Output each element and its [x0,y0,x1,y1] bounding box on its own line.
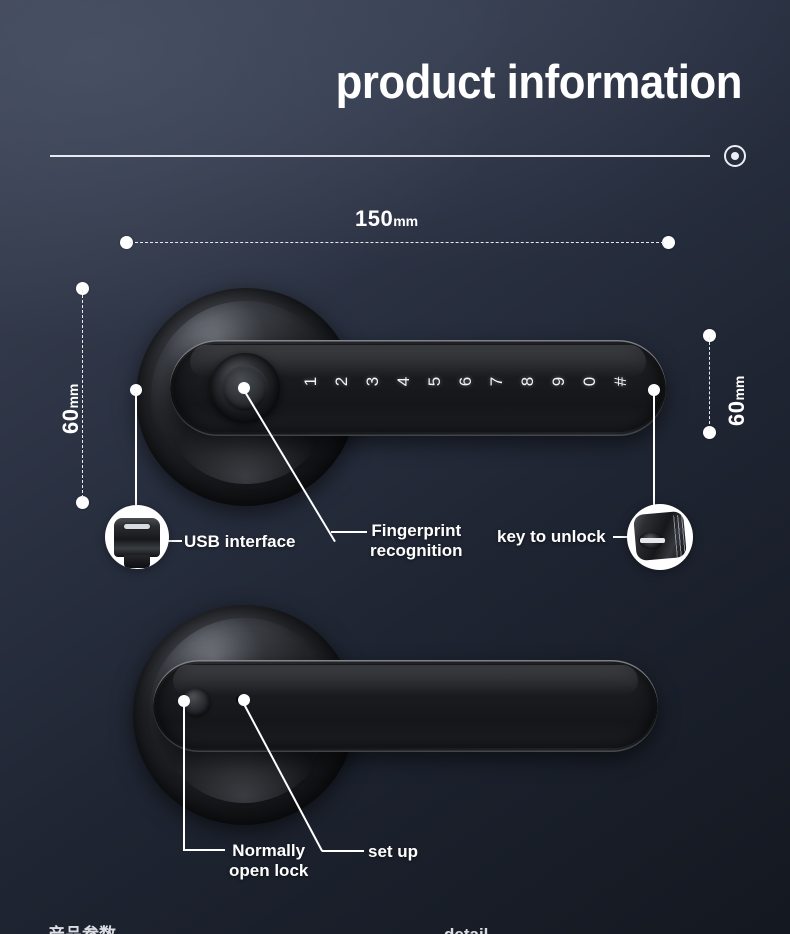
keypad-key-6[interactable]: 6 [456,366,475,397]
callout-dot-key [648,384,660,396]
dim-width-line [130,242,664,243]
product-information-page: product information 150mm 60mm 60mm 1234… [0,0,790,934]
key-unlock-inset [627,504,693,570]
header-divider [50,155,710,157]
dim-height-right-line [709,337,710,429]
keypad-key-4[interactable]: 4 [394,366,413,397]
dim-width-label: 150mm [355,208,418,230]
usb-stem-shape [124,554,150,568]
page-title: product information [335,55,743,108]
keypad-key-hash[interactable]: # [611,366,630,397]
usb-slot-icon [124,524,150,530]
dim-width-value: 150 [355,206,394,231]
callout-label-set-up: set up [368,842,419,861]
target-dot-icon [724,145,746,167]
callout-line-usb [135,392,137,510]
dim-height-right-label: 60mm [724,375,749,426]
keypad-key-1[interactable]: 1 [301,366,320,397]
keypad-key-9[interactable]: 9 [549,366,568,397]
keypad-key-0[interactable]: 0 [580,366,599,397]
keypad-key-8[interactable]: 8 [518,366,537,397]
target-dot-icon-center [731,152,739,160]
callout-dot-set-up [238,694,250,706]
callout-label-fingerprint: Fingerprint recognition [370,521,463,562]
usb-interface-inset [105,505,169,569]
lever-sheen-back [173,665,638,697]
callout-line-normally-open [183,702,185,850]
lock-lever-back [153,660,658,752]
callout-label-key: key to unlock [497,527,606,546]
bottom-text-left: 产品参数 [48,926,116,934]
dim-height-left-line [82,290,83,498]
keyhole-slot-icon [640,538,666,543]
dim-height-left-unit: mm [65,383,81,409]
callout-line-key [653,392,655,508]
callout-label-usb: USB interface [184,532,296,551]
keypad-key-7[interactable]: 7 [487,366,506,397]
callout-line-normally-open-to-label [183,849,225,851]
callout-label-fingerprint-line1: Fingerprint [371,521,462,540]
dim-height-left-value: 60 [58,408,83,434]
callout-line-usb-to-label [168,540,182,542]
dim-width-unit: mm [393,213,419,229]
callout-dot-usb [130,384,142,396]
keypad-key-2[interactable]: 2 [332,366,351,397]
callout-line-set-up-to-label [322,850,364,852]
dim-height-left-label: 60mm [58,383,83,434]
callout-label-normally-open-line2: open lock [229,861,309,881]
bottom-text-right: detail [444,926,488,934]
callout-label-normally-open: Normally open lock [229,841,308,882]
callout-line-fingerprint-to-label [331,531,367,533]
keypad-key-3[interactable]: 3 [363,366,382,397]
keypad-key-5[interactable]: 5 [425,366,444,397]
callout-label-normally-open-line1: Normally [232,841,306,860]
dim-height-right-unit: mm [731,375,747,401]
keypad[interactable]: 1 2 3 4 5 6 7 8 9 0 # [295,373,636,390]
callout-label-fingerprint-line2: recognition [370,541,463,561]
callout-dot-fingerprint [238,382,250,394]
dim-height-right-value: 60 [724,400,749,426]
callout-dot-normally-open [178,695,190,707]
